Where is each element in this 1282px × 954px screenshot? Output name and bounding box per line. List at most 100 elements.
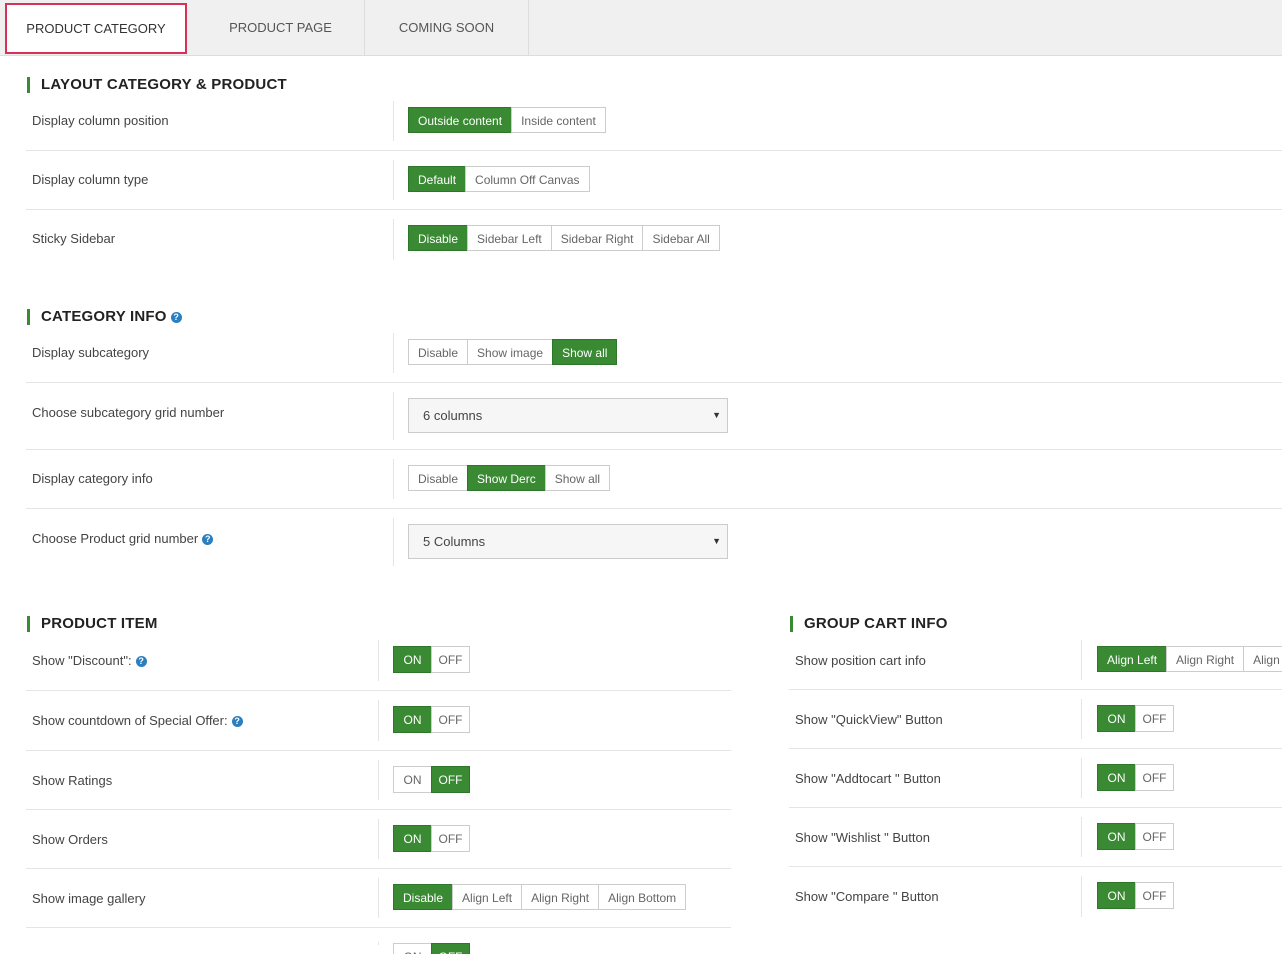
setting-label: Choose subcategory grid number xyxy=(32,405,225,420)
toggle-on[interactable]: ON xyxy=(1097,823,1136,850)
option-disable[interactable]: Disable xyxy=(408,465,469,491)
toggle-on[interactable]: ON xyxy=(1097,764,1136,791)
setting-row-sticky-sidebar: Sticky Sidebar Disable Sidebar Left Side… xyxy=(26,210,1282,269)
option-show-all[interactable]: Show all xyxy=(544,465,611,491)
divider xyxy=(1081,817,1082,857)
divider xyxy=(378,942,379,945)
setting-row-partial: ON OFF xyxy=(26,928,731,954)
option-align-bottom[interactable]: Align Bottom xyxy=(598,884,687,910)
setting-label: Display category info xyxy=(32,471,153,486)
divider xyxy=(393,219,394,260)
option-column-off-canvas[interactable]: Column Off Canvas xyxy=(465,166,590,192)
cart-position-options: Align Left Align Right Align xyxy=(1097,646,1282,672)
setting-row-product-grid: Choose Product grid number? 5 Columns ▼ xyxy=(26,509,1282,575)
option-sidebar-right[interactable]: Sidebar Right xyxy=(550,225,644,251)
option-outside-content[interactable]: Outside content xyxy=(408,107,513,133)
tab-coming-soon[interactable]: COMING SOON xyxy=(365,0,529,55)
toggle-off[interactable]: OFF xyxy=(431,825,470,852)
setting-row-subcategory-grid: Choose subcategory grid number 6 columns… xyxy=(26,383,1282,450)
toggle-on[interactable]: ON xyxy=(393,646,432,673)
toggle-off[interactable]: OFF xyxy=(431,706,470,733)
option-show-all[interactable]: Show all xyxy=(552,339,618,365)
divider xyxy=(378,819,379,859)
setting-row-show-countdown: Show countdown of Special Offer:? ON OFF xyxy=(26,691,731,751)
section-title-product-item: PRODUCT ITEM xyxy=(27,616,158,632)
divider xyxy=(393,518,394,566)
section-title-text: CATEGORY INFO xyxy=(41,308,167,325)
divider xyxy=(1081,699,1082,739)
column-type-options: Default Column Off Canvas xyxy=(408,166,590,192)
help-icon[interactable]: ? xyxy=(135,656,147,667)
divider xyxy=(1081,876,1082,917)
toggle-off[interactable]: OFF xyxy=(431,646,470,673)
setting-row-show-ratings: Show Ratings ON OFF xyxy=(26,751,731,810)
setting-label: Display column position xyxy=(32,113,169,128)
help-icon[interactable]: ? xyxy=(170,312,182,323)
setting-label-text: Choose Product grid number xyxy=(32,531,199,546)
setting-label: Show image gallery xyxy=(32,891,146,906)
toggle-off[interactable]: OFF xyxy=(1135,705,1174,732)
toggle-off[interactable]: OFF xyxy=(1135,823,1174,850)
option-align-left[interactable]: Align Left xyxy=(452,884,523,910)
toggle-on[interactable]: ON xyxy=(1097,705,1136,732)
option-align-right[interactable]: Align Right xyxy=(521,884,600,910)
help-icon[interactable]: ? xyxy=(202,534,214,545)
subcategory-grid-select[interactable]: 6 columns ▼ xyxy=(408,398,728,433)
setting-row-show-orders: Show Orders ON OFF xyxy=(26,810,731,869)
option-disable[interactable]: Disable xyxy=(393,884,454,910)
toggle-off[interactable]: OFF xyxy=(431,766,470,793)
display-subcategory-options: Disable Show image Show all xyxy=(408,339,618,365)
setting-row-category-info: Display category info Disable Show Derc … xyxy=(26,450,1282,509)
option-default[interactable]: Default xyxy=(408,166,467,192)
option-show-image[interactable]: Show image xyxy=(467,339,554,365)
setting-row-quickview: Show "QuickView" Button ON OFF xyxy=(789,690,1282,749)
category-info-options: Disable Show Derc Show all xyxy=(408,465,611,491)
option-disable[interactable]: Disable xyxy=(408,225,469,251)
divider xyxy=(378,760,379,800)
toggle-on[interactable]: ON xyxy=(393,706,432,733)
chevron-down-icon: ▼ xyxy=(712,410,721,420)
setting-row-column-type: Display column type Default Column Off C… xyxy=(26,151,1282,210)
setting-label: Show Orders xyxy=(32,832,108,847)
option-align[interactable]: Align xyxy=(1243,646,1282,672)
toggle-off[interactable]: OFF xyxy=(1135,764,1174,791)
column-position-options: Outside content Inside content xyxy=(408,107,606,133)
setting-label-text: Show countdown of Special Offer: xyxy=(32,713,228,728)
toggle-on[interactable]: ON xyxy=(393,943,432,954)
setting-label: Show position cart info xyxy=(795,653,926,668)
toggle-on[interactable]: ON xyxy=(393,766,432,793)
option-align-right[interactable]: Align Right xyxy=(1166,646,1245,672)
countdown-toggle: ON OFF xyxy=(393,706,470,733)
product-grid-select[interactable]: 5 Columns ▼ xyxy=(408,524,728,559)
divider xyxy=(1081,758,1082,798)
quickview-toggle: ON OFF xyxy=(1097,705,1174,732)
setting-label: Display subcategory xyxy=(32,345,150,360)
tab-product-page[interactable]: PRODUCT PAGE xyxy=(197,0,365,55)
setting-row-wishlist: Show "Wishlist " Button ON OFF xyxy=(789,808,1282,867)
setting-row-display-subcategory: Display subcategory Disable Show image S… xyxy=(26,324,1282,383)
option-sidebar-all[interactable]: Sidebar All xyxy=(642,225,720,251)
section-title-group-cart: GROUP CART INFO xyxy=(790,616,948,632)
divider xyxy=(393,160,394,200)
divider xyxy=(378,640,379,681)
divider xyxy=(393,333,394,373)
option-inside-content[interactable]: Inside content xyxy=(511,107,606,133)
image-gallery-options: Disable Align Left Align Right Align Bot… xyxy=(393,884,687,910)
toggle-on[interactable]: ON xyxy=(1097,882,1136,909)
toggle-on[interactable]: ON xyxy=(393,825,432,852)
toggle-off[interactable]: OFF xyxy=(431,943,470,954)
setting-label: Show "Wishlist " Button xyxy=(795,830,930,845)
option-align-left[interactable]: Align Left xyxy=(1097,646,1168,672)
wishlist-toggle: ON OFF xyxy=(1097,823,1174,850)
setting-label: Show "Discount":? xyxy=(32,653,147,668)
divider xyxy=(393,459,394,499)
toggle-off[interactable]: OFF xyxy=(1135,882,1174,909)
partial-toggle: ON OFF xyxy=(393,943,470,954)
option-show-derc[interactable]: Show Derc xyxy=(467,465,546,491)
option-disable[interactable]: Disable xyxy=(408,339,469,365)
tab-product-category[interactable]: PRODUCT CATEGORY xyxy=(5,3,187,54)
setting-row-column-position: Display column position Outside content … xyxy=(26,92,1282,151)
option-sidebar-left[interactable]: Sidebar Left xyxy=(467,225,552,251)
divider xyxy=(378,878,379,918)
help-icon[interactable]: ? xyxy=(231,716,243,727)
